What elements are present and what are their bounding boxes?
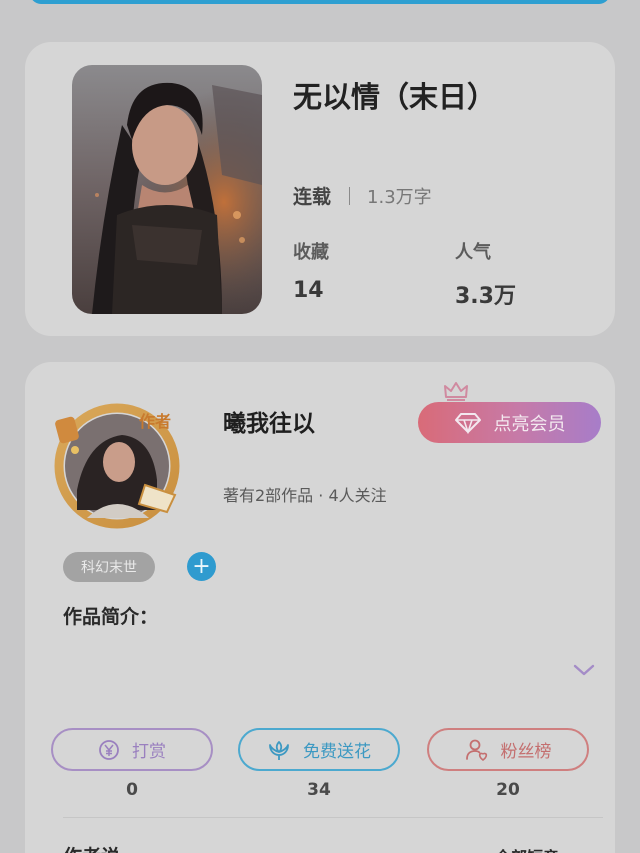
stat-popularity: 人气 3.3万	[455, 238, 516, 310]
author-says-heading: 作者说	[63, 842, 120, 853]
fans-count: 20	[496, 780, 520, 800]
fans-icon	[465, 738, 489, 762]
top-banner-strip	[30, 0, 610, 4]
chevron-down-icon[interactable]	[573, 662, 595, 681]
flower-icon	[267, 739, 291, 761]
stat-value: 3.3万	[455, 284, 516, 309]
vip-button[interactable]: 点亮会员	[418, 402, 601, 443]
stat-value: 14	[293, 278, 324, 303]
add-tag-button[interactable]: +	[187, 552, 216, 581]
synopsis-label: 作品简介：	[63, 606, 159, 628]
book-cover-image[interactable]	[72, 65, 262, 314]
book-meta: 连载 1.3万字	[293, 182, 432, 209]
fans-ranking-button[interactable]: 粉丝榜	[427, 728, 589, 771]
serial-status: 连载	[293, 186, 332, 208]
reward-button[interactable]: 打赏	[51, 728, 213, 771]
author-card: 作者 曦我往以 著有2部作品 · 4人关注 点亮会员 科幻末世 + 作品简介：	[25, 362, 615, 853]
book-title: 无以情（末日）	[293, 80, 497, 114]
reward-count: 0	[126, 780, 138, 800]
stat-label: 人气	[455, 242, 491, 263]
plus-icon: +	[192, 553, 211, 579]
stat-collections: 收藏 14	[293, 238, 329, 303]
fans-ranking-button-label: 粉丝榜	[500, 742, 552, 762]
free-flower-button-label: 免费送花	[303, 742, 371, 762]
stat-label: 收藏	[293, 242, 329, 263]
section-divider	[63, 817, 603, 818]
meta-divider	[349, 186, 351, 205]
word-count: 1.3万字	[367, 186, 432, 208]
yen-icon	[98, 739, 120, 761]
author-name[interactable]: 曦我往以	[223, 404, 315, 438]
free-flower-button[interactable]: 免费送花	[238, 728, 400, 771]
author-description: 著有2部作品 · 4人关注	[223, 486, 387, 505]
book-info-card: 无以情（末日） 连载 1.3万字 收藏 14 人气 3.3万	[25, 42, 615, 336]
all-chapters-link[interactable]: 全部短章	[495, 844, 559, 853]
vip-button-label: 点亮会员	[493, 413, 566, 435]
diamond-icon	[454, 412, 482, 434]
author-avatar[interactable]: 作者	[47, 400, 187, 530]
genre-tag[interactable]: 科幻末世	[63, 552, 155, 582]
flower-count: 34	[307, 780, 331, 800]
author-badge-text: 作者	[139, 412, 171, 431]
reward-button-label: 打赏	[132, 742, 166, 762]
